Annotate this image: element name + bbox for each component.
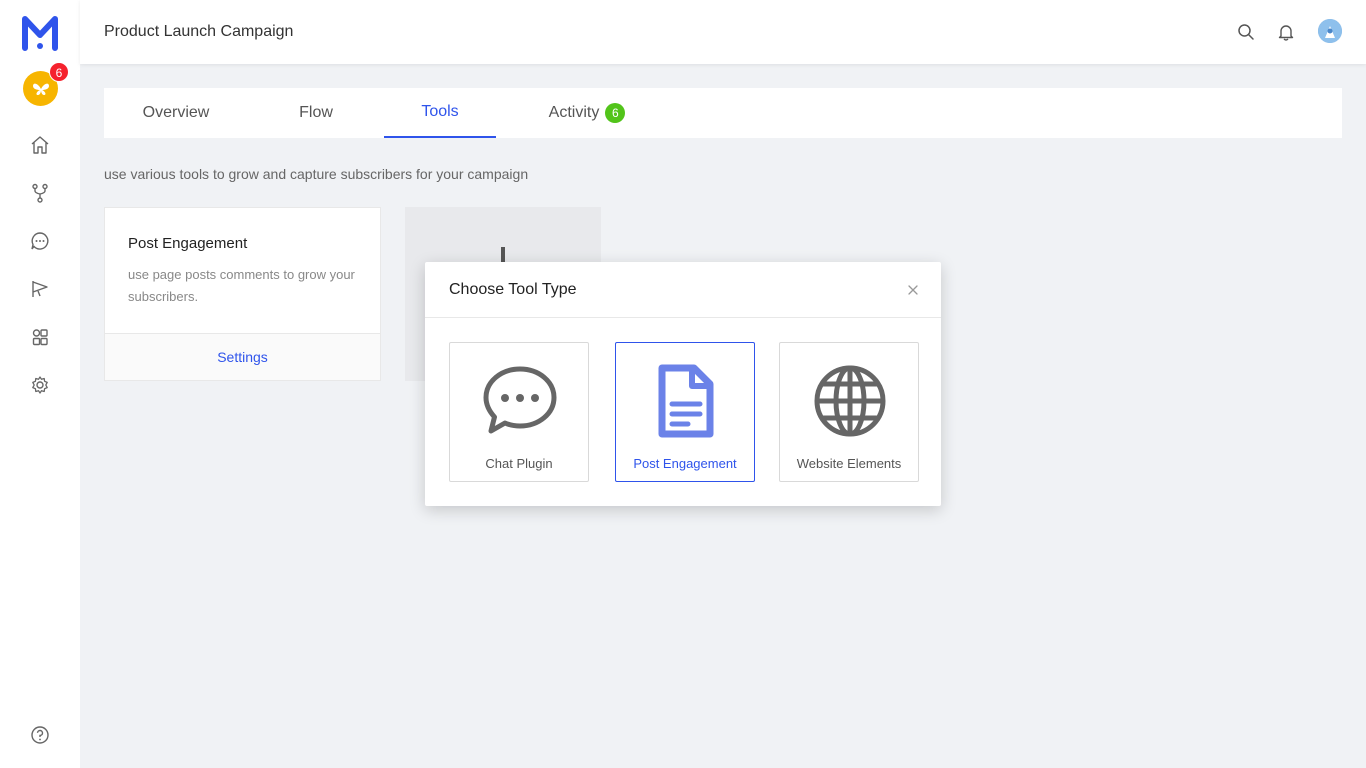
- butterfly-icon: [32, 83, 49, 95]
- option-website-elements-label: Website Elements: [796, 456, 902, 471]
- tools-description: use various tools to grow and capture su…: [104, 166, 529, 182]
- activity-badge: 6: [605, 103, 626, 123]
- flow-icon[interactable]: [30, 183, 50, 203]
- sidebar: 6: [0, 0, 80, 768]
- modal-header: Choose Tool Type: [425, 262, 941, 318]
- user-avatar[interactable]: [1318, 19, 1342, 43]
- page-title: Product Launch Campaign: [104, 23, 294, 40]
- home-icon[interactable]: [30, 135, 50, 155]
- settings-button[interactable]: Settings: [105, 333, 380, 380]
- modal-title: Choose Tool Type: [449, 281, 577, 298]
- campaign-tabs: Overview Flow Tools Activity 6: [104, 88, 1342, 138]
- search-icon[interactable]: [1236, 22, 1256, 42]
- tool-card-description: use page posts comments to grow your sub…: [128, 267, 355, 304]
- option-chat-plugin[interactable]: Chat Plugin: [449, 342, 589, 482]
- help-icon[interactable]: [30, 725, 50, 745]
- tab-overview-label: Overview: [142, 104, 210, 121]
- chat-icon[interactable]: [30, 231, 50, 251]
- app-logo[interactable]: [22, 13, 58, 51]
- tab-overview[interactable]: Overview: [128, 88, 224, 138]
- tab-tools[interactable]: Tools: [384, 88, 496, 138]
- document-icon: [646, 361, 726, 441]
- tool-card-title: Post Engagement: [128, 235, 248, 252]
- choose-tool-type-modal: Choose Tool Type Chat Plugin Post Engage…: [425, 262, 941, 506]
- notification-badge: 6: [49, 62, 69, 82]
- close-icon[interactable]: [905, 282, 921, 298]
- integrations-icon[interactable]: [30, 327, 50, 347]
- option-post-engagement-label: Post Engagement: [633, 456, 737, 471]
- tool-card: Post Engagement use page posts comments …: [104, 207, 381, 381]
- option-post-engagement[interactable]: Post Engagement: [615, 342, 755, 482]
- option-website-elements[interactable]: Website Elements: [779, 342, 919, 482]
- tab-activity[interactable]: Activity 6: [532, 88, 642, 138]
- tab-tools-label: Tools: [421, 103, 459, 120]
- tab-flow-label: Flow: [299, 104, 333, 121]
- top-bar: Product Launch Campaign: [80, 0, 1366, 64]
- tab-flow[interactable]: Flow: [264, 88, 368, 138]
- settings-icon[interactable]: [30, 375, 50, 395]
- broadcast-icon[interactable]: [30, 279, 50, 299]
- bell-icon[interactable]: [1276, 22, 1296, 42]
- tab-activity-label: Activity: [548, 104, 600, 121]
- chat-bubble-icon: [480, 361, 560, 441]
- option-chat-plugin-label: Chat Plugin: [485, 456, 553, 471]
- globe-icon: [810, 361, 890, 441]
